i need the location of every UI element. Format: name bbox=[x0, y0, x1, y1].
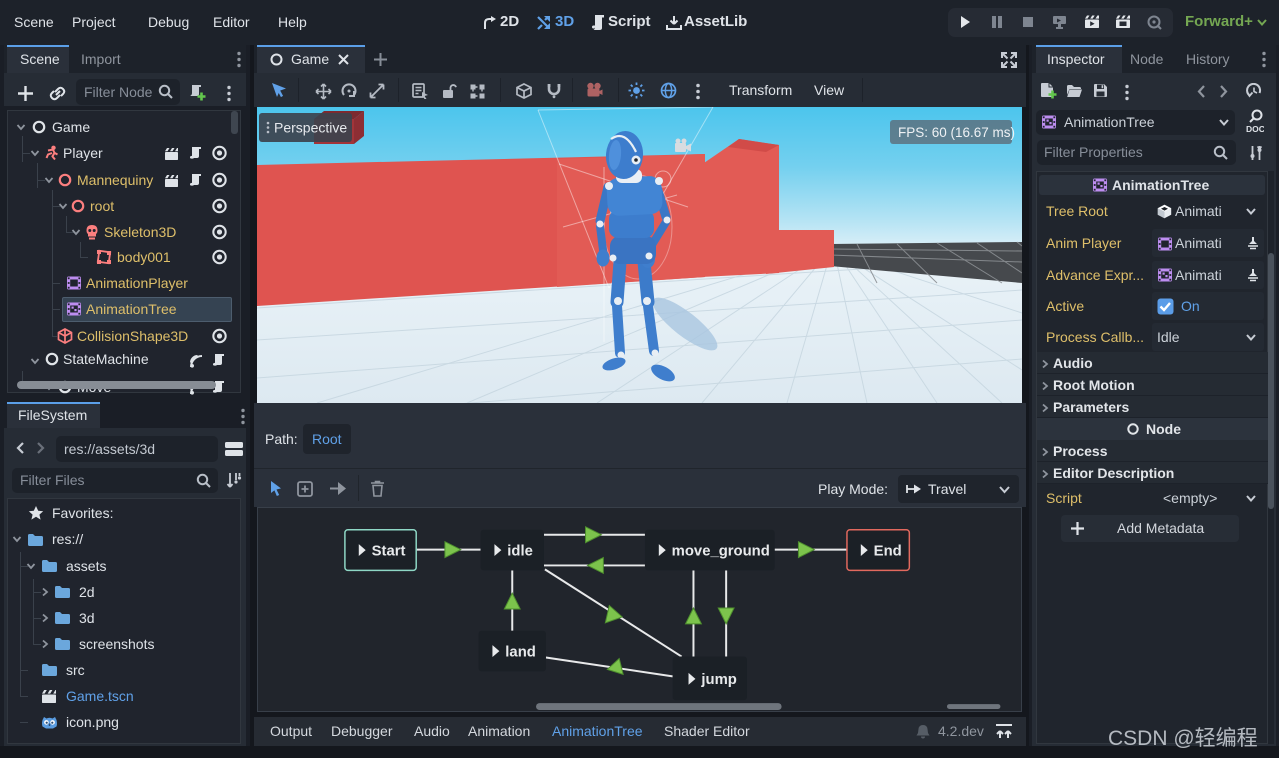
svg-text:DOC: DOC bbox=[1246, 124, 1264, 134]
svg-text:FPS: 60 (16.67 ms): FPS: 60 (16.67 ms) bbox=[898, 125, 1015, 140]
svg-text:Start: Start bbox=[372, 544, 406, 560]
svg-text:move_ground: move_ground bbox=[672, 544, 770, 560]
svg-text:jump: jump bbox=[700, 672, 736, 688]
svg-text:Perspective: Perspective bbox=[274, 120, 347, 136]
svg-text:End: End bbox=[874, 544, 902, 560]
svg-text:land: land bbox=[505, 645, 536, 661]
svg-text:idle: idle bbox=[507, 544, 533, 560]
